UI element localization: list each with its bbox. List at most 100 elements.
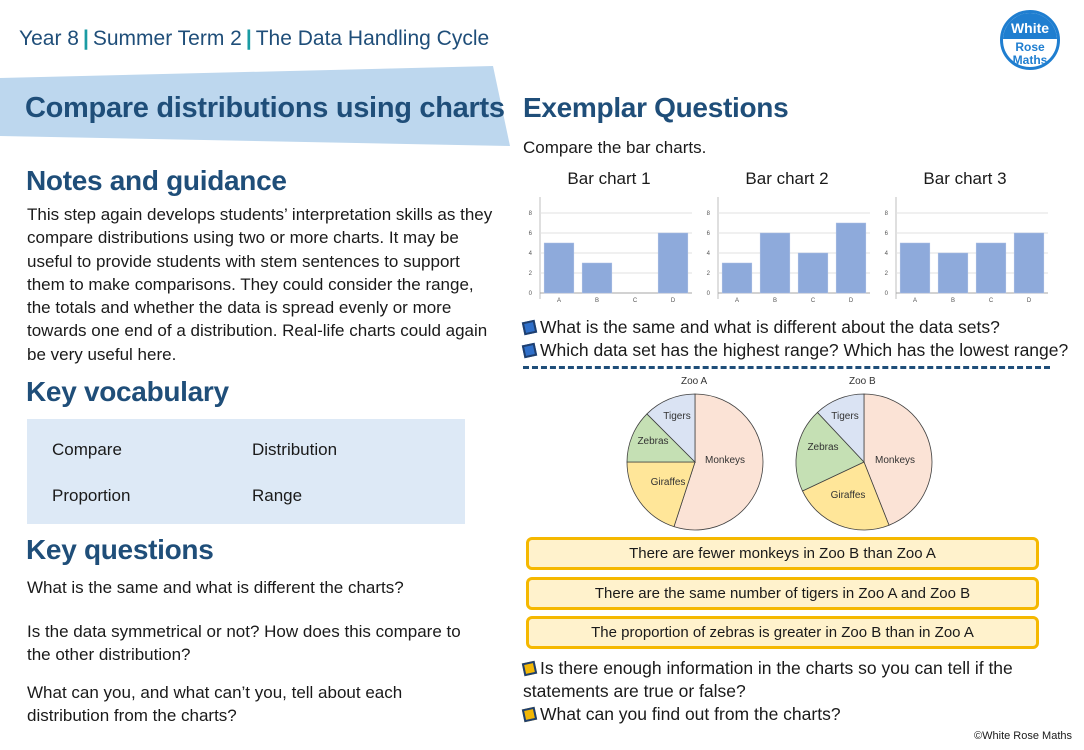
y-tick-label: 6	[885, 231, 889, 237]
pie-question-text: What can you find out from the charts?	[540, 704, 841, 724]
white-rose-maths-logo: White Rose Maths	[1000, 10, 1060, 70]
pie-label-tigers: Tigers	[663, 411, 690, 422]
vocab-item: Compare	[52, 440, 122, 459]
bar-B	[759, 232, 791, 294]
pie-question: What can you find out from the charts?	[521, 703, 841, 726]
pie-label-zebras: Zebras	[807, 442, 838, 453]
copyright: ©White Rose Maths	[974, 730, 1072, 742]
key-question-line: What is the same and what is different t…	[27, 578, 404, 597]
pie-label-giraffes: Giraffes	[831, 490, 866, 501]
key-question-line: the other distribution?	[27, 645, 191, 665]
bar-A	[721, 262, 753, 294]
breadcrumb-term: Summer Term 2	[92, 27, 242, 50]
bar-chart-3: Bar chart 3 0 2 4 6 8 A B C D	[876, 165, 1054, 305]
y-tick-label: 0	[885, 291, 889, 297]
x-tick-label: B	[951, 298, 955, 304]
notes-text: This step again develops students’ inter…	[27, 203, 507, 366]
pie-label-zebras: Zebras	[637, 436, 668, 447]
x-tick-label: D	[1027, 298, 1032, 304]
notes-line: the totals and whether the data is sprea…	[27, 298, 452, 318]
exemplar-heading: Exemplar Questions	[523, 92, 789, 123]
notes-line: compare distributions using two or more …	[27, 228, 459, 248]
logo-top: White	[1003, 13, 1057, 39]
y-tick-label: 2	[885, 271, 889, 277]
x-tick-label: A	[557, 298, 561, 304]
bar-C	[797, 252, 829, 294]
pie-question-text: statements are true or false?	[523, 681, 746, 701]
chart-title: Bar chart 1	[567, 169, 651, 188]
breadcrumb-unit: The Data Handling Cycle	[255, 27, 490, 50]
square-bullet-icon	[521, 319, 538, 336]
pie-question: Is there enough information in the chart…	[521, 657, 1013, 703]
x-tick-label: D	[671, 298, 676, 304]
bar-question: What is the same and what is different a…	[521, 316, 1000, 339]
notes-heading: Notes and guidance	[26, 165, 287, 196]
pie-title-zoo-a: Zoo A	[681, 376, 708, 387]
bar-D	[835, 222, 867, 294]
bar-A	[899, 242, 931, 294]
key-question-line: distribution from the charts?	[27, 706, 237, 726]
notes-line: them to make comparisons. They could con…	[27, 274, 474, 294]
x-tick-label: A	[735, 298, 739, 304]
chart-title: Bar chart 2	[745, 169, 829, 188]
bar-chart-2: Bar chart 2 0 2 4 6 8 A B C D	[698, 165, 876, 305]
pie-title-zoo-b: Zoo B	[849, 376, 876, 387]
statement-card: The proportion of zebras is greater in Z…	[526, 616, 1039, 649]
key-question: What can you, and what can’t you, tell a…	[27, 681, 402, 728]
breadcrumb-separator: |	[245, 27, 252, 50]
pie-chart-zoo-a: Monkeys Giraffes Zebras Tigers	[626, 393, 764, 531]
y-tick-label: 8	[529, 211, 533, 217]
y-tick-label: 0	[529, 291, 533, 297]
notes-line: This step again develops students’ inter…	[27, 205, 493, 224]
breadcrumb-year: Year 8	[19, 27, 79, 50]
y-tick-label: 4	[529, 251, 533, 257]
y-tick-label: 0	[707, 291, 711, 297]
statement-card: There are the same number of tigers in Z…	[526, 577, 1039, 610]
bar-chart-2-plot: 0 2 4 6 8 A B C D	[707, 197, 870, 304]
vocab-item: Proportion	[52, 486, 131, 505]
pie-chart-zoo-b: Monkeys Giraffes Zebras Tigers	[795, 393, 933, 531]
breadcrumb-separator: |	[82, 27, 89, 50]
pie-label-monkeys: Monkeys	[875, 455, 915, 466]
breadcrumb: Year 8 | Summer Term 2 | The Data Handling C…	[19, 27, 489, 51]
square-bullet-icon	[521, 706, 538, 723]
notes-line: be very useful here.	[27, 344, 177, 364]
x-tick-label: B	[595, 298, 599, 304]
bar-D	[657, 232, 689, 294]
bar-chart-1: Bar chart 1 0 2 4 6 8 A B C D	[520, 165, 698, 305]
bar-B	[581, 262, 613, 294]
exemplar-intro: Compare the bar charts.	[523, 138, 707, 157]
bar-A	[543, 242, 575, 294]
pie-label-monkeys: Monkeys	[705, 455, 745, 466]
pie-label-giraffes: Giraffes	[651, 477, 686, 488]
bar-D	[1013, 232, 1045, 294]
y-tick-label: 4	[707, 251, 711, 257]
x-tick-label: A	[913, 298, 917, 304]
key-questions-heading: Key questions	[26, 534, 214, 565]
bar-question-text: What is the same and what is different a…	[540, 317, 1000, 337]
key-question-line: Is the data symmetrical or not? How does…	[27, 622, 461, 641]
x-tick-label: C	[989, 298, 994, 304]
y-tick-label: 4	[885, 251, 889, 257]
x-tick-label: D	[849, 298, 854, 304]
bar-C	[975, 242, 1007, 294]
y-tick-label: 2	[529, 271, 533, 277]
x-tick-label: C	[633, 298, 638, 304]
square-bullet-icon	[521, 342, 538, 359]
vocabulary-box: Compare Distribution Proportion Range	[27, 419, 465, 524]
y-tick-label: 2	[707, 271, 711, 277]
x-tick-label: B	[773, 298, 777, 304]
key-question: Is the data symmetrical or not? How does…	[27, 620, 461, 667]
pie-label-tigers: Tigers	[831, 411, 858, 422]
vocabulary-heading: Key vocabulary	[26, 376, 229, 407]
y-tick-label: 6	[707, 231, 711, 237]
y-tick-label: 8	[885, 211, 889, 217]
x-tick-label: C	[811, 298, 816, 304]
y-tick-label: 8	[707, 211, 711, 217]
key-question-line: What can you, and what can’t you, tell a…	[27, 683, 403, 702]
logo-bottom: Rose Maths	[1003, 39, 1057, 67]
page-title: Compare distributions using charts	[25, 92, 505, 124]
square-bullet-icon	[521, 660, 538, 677]
logo-line-maths: Maths	[1012, 53, 1048, 67]
notes-line: useful to provide students with stem sen…	[27, 251, 460, 271]
